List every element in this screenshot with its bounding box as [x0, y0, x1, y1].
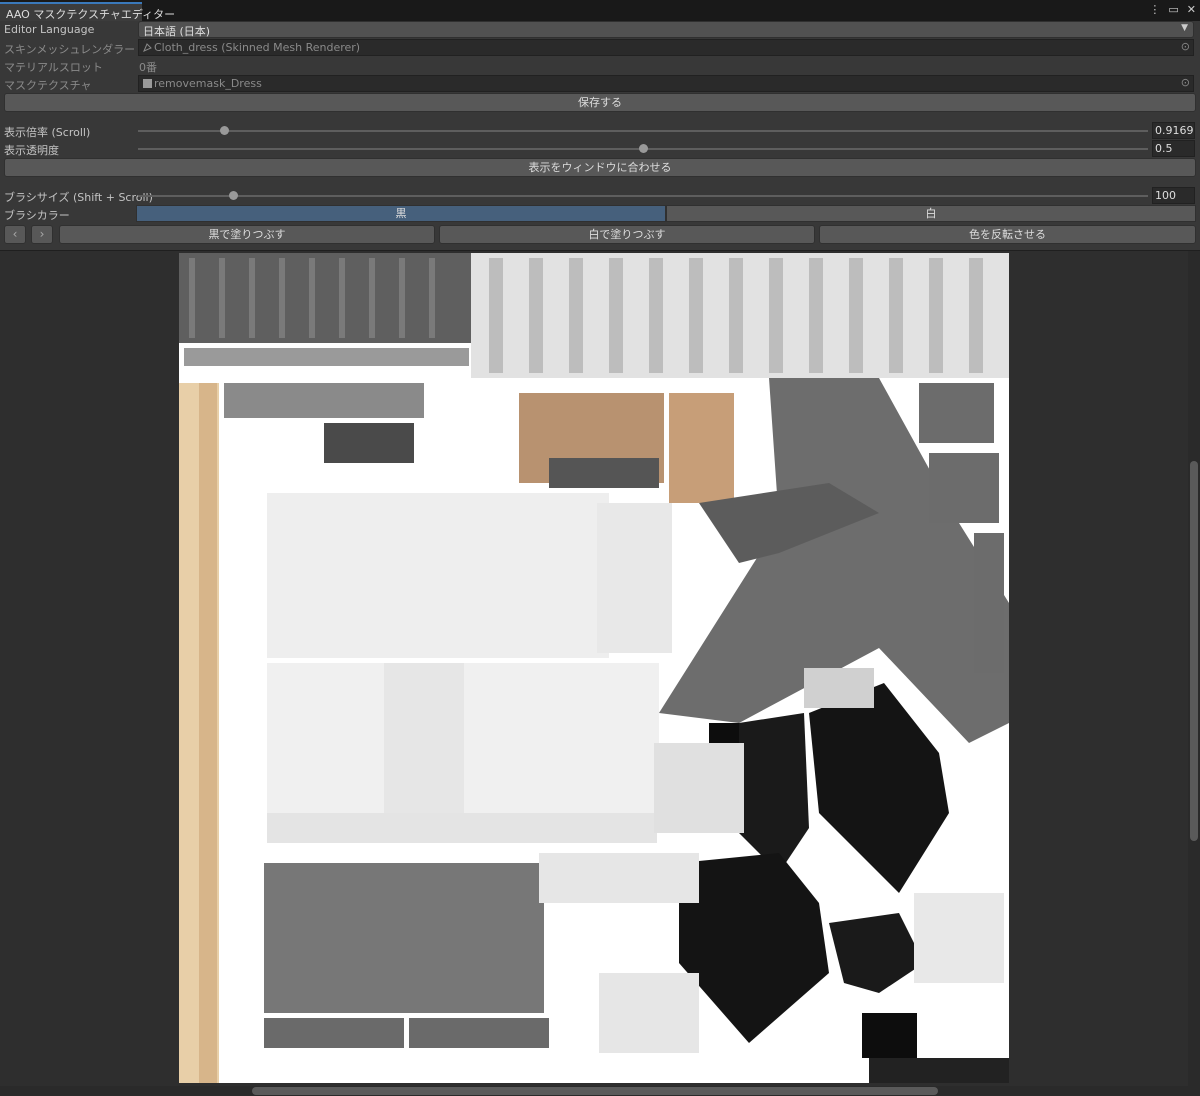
fill-black-button[interactable]: 黒で塗りつぶす: [59, 225, 435, 244]
skinned-mesh-row: スキンメッシュレンダラー Cloth_dress (Skinned Mesh R…: [0, 39, 1200, 57]
close-icon[interactable]: ✕: [1187, 3, 1196, 16]
actions-row: ‹ › 黒で塗りつぶす 白で塗りつぶす 色を反転させる: [0, 225, 1200, 244]
chevron-down-icon: ▼: [1181, 23, 1188, 33]
opacity-slider-thumb[interactable]: [639, 144, 648, 153]
texture-icon: [143, 79, 152, 88]
window-tab[interactable]: AAO マスクテクスチャエディター: [0, 2, 175, 21]
brush-color-toggle: 黒 白: [136, 205, 1196, 222]
editor-language-value: 日本語 (日本): [143, 25, 211, 38]
brush-color-label: ブラシカラー: [4, 209, 70, 222]
kebab-icon[interactable]: ⋮: [1149, 3, 1160, 16]
mask-texture-label: マスクテクスチャ: [4, 79, 92, 92]
maximize-icon[interactable]: ▭: [1168, 3, 1178, 16]
brush-color-black[interactable]: 黒: [136, 205, 666, 222]
texture-viewport[interactable]: [0, 250, 1200, 1096]
fit-to-window-button[interactable]: 表示をウィンドウに合わせる: [4, 158, 1196, 177]
material-slot-row: マテリアルスロット 0番: [0, 57, 1200, 75]
material-slot-value: 0番: [139, 61, 157, 74]
skinned-mesh-label: スキンメッシュレンダラー: [4, 43, 136, 56]
object-picker-icon[interactable]: ⊙: [1181, 40, 1190, 53]
brush-size-label: ブラシサイズ (Shift + Scroll): [4, 191, 153, 204]
brush-size-slider-thumb[interactable]: [228, 191, 238, 200]
mask-texture-row: マスクテクスチャ removemask_Dress ⊙: [0, 75, 1200, 93]
editor-language-label: Editor Language: [4, 23, 95, 36]
opacity-label: 表示透明度: [4, 144, 59, 157]
save-button[interactable]: 保存する: [4, 93, 1196, 112]
brush-color-row: ブラシカラー 黒 白: [0, 205, 1200, 223]
brush-size-row: ブラシサイズ (Shift + Scroll) 100: [0, 187, 1200, 205]
mask-texture-value: removemask_Dress: [154, 77, 262, 90]
material-slot-label: マテリアルスロット: [4, 61, 103, 74]
fill-white-button[interactable]: 白で塗りつぶす: [439, 225, 815, 244]
zoom-slider[interactable]: [138, 126, 1148, 135]
opacity-input[interactable]: 0.5: [1152, 140, 1195, 157]
vertical-scrollbar-thumb[interactable]: [1190, 461, 1198, 841]
brush-color-white[interactable]: 白: [666, 205, 1196, 222]
window-titlebar: AAO マスクテクスチャエディター ⋮ ▭ ✕: [0, 0, 1200, 21]
opacity-slider[interactable]: [138, 144, 1148, 153]
brush-size-slider[interactable]: [138, 191, 1148, 200]
mask-texture-preview[interactable]: [179, 253, 1009, 1083]
opacity-row: 表示透明度 0.5: [0, 140, 1200, 158]
uv-texture-image: [179, 253, 1009, 1083]
invert-colors-button[interactable]: 色を反転させる: [819, 225, 1196, 244]
skinned-mesh-field: Cloth_dress (Skinned Mesh Renderer) ⊙: [138, 39, 1194, 56]
zoom-slider-thumb[interactable]: [219, 126, 229, 135]
zoom-input[interactable]: 0.91699: [1152, 122, 1195, 139]
skinned-mesh-value: Cloth_dress (Skinned Mesh Renderer): [154, 41, 361, 54]
horizontal-scrollbar-thumb[interactable]: [252, 1087, 938, 1095]
editor-language-row: Editor Language 日本語 (日本) ▼: [0, 21, 1200, 39]
mask-texture-field: removemask_Dress ⊙: [138, 75, 1194, 92]
zoom-row: 表示倍率 (Scroll) 0.91699: [0, 122, 1200, 140]
skinned-mesh-icon: [143, 42, 152, 52]
brush-size-input[interactable]: 100: [1152, 187, 1195, 204]
zoom-label: 表示倍率 (Scroll): [4, 126, 91, 139]
chevron-left-icon[interactable]: ‹: [4, 225, 26, 244]
editor-language-dropdown[interactable]: 日本語 (日本) ▼: [138, 21, 1194, 38]
vertical-scrollbar[interactable]: [1188, 251, 1200, 1096]
object-picker-icon[interactable]: ⊙: [1181, 76, 1190, 89]
chevron-right-icon[interactable]: ›: [31, 225, 53, 244]
window-title: AAO マスクテクスチャエディター: [6, 8, 176, 21]
